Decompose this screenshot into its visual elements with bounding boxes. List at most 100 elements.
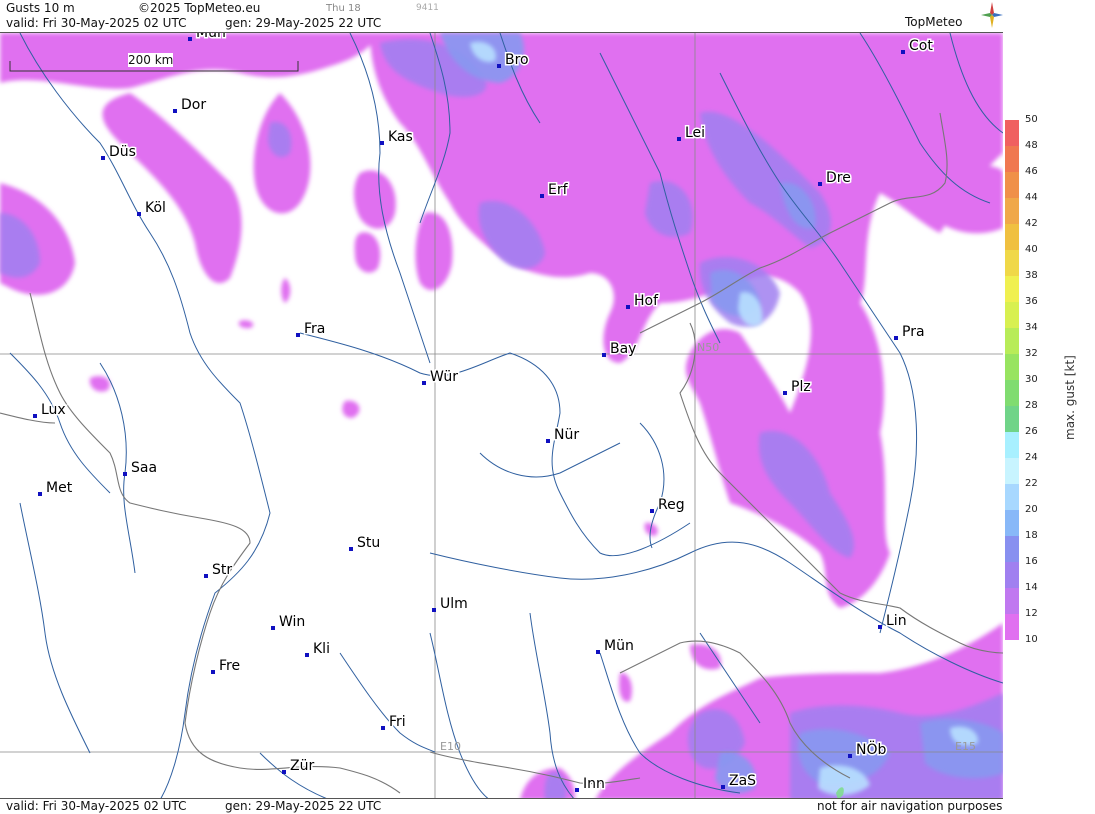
city-3[interactable]: Dor [173, 96, 208, 115]
legend-tick-label: 28 [1025, 400, 1038, 411]
product-title: Gusts 10 m [6, 1, 75, 15]
legend-tick-label: 10 [1025, 634, 1038, 645]
city-marker [381, 726, 385, 730]
city-marker [540, 194, 544, 198]
city-label: Dor [181, 97, 206, 113]
city-14[interactable]: Wür [422, 368, 460, 387]
topmeteo-logo[interactable]: TopMeteo [905, 2, 1003, 32]
city-24[interactable]: Lin [878, 612, 908, 631]
legend-tick-label: 38 [1025, 270, 1038, 281]
grid-label-e15: E15 [955, 740, 976, 753]
city-label: Kas [388, 129, 413, 145]
city-marker [33, 414, 37, 418]
city-marker [137, 212, 141, 216]
city-label: Bro [505, 52, 529, 68]
legend-swatch [1005, 510, 1019, 536]
city-marker [123, 472, 127, 476]
footer-bar: valid: Fri 30-May-2025 02 UTC gen: 29-Ma… [0, 799, 1003, 814]
legend-tick-label: 46 [1025, 166, 1038, 177]
compass-star-icon [981, 2, 1003, 28]
header-bar: Gusts 10 m ©2025 TopMeteo.eu Thu 18 9411… [0, 0, 1003, 32]
legend-swatch [1005, 458, 1019, 484]
city-12[interactable]: Pra [894, 323, 926, 342]
city-18[interactable]: Saa [123, 459, 159, 478]
city-15[interactable]: Plz [783, 378, 812, 397]
legend-tick-label: 40 [1025, 244, 1038, 255]
city-marker [173, 109, 177, 113]
legend-swatch [1005, 198, 1019, 224]
city-marker [296, 333, 300, 337]
city-label: Hof [634, 293, 659, 309]
city-label: Str [212, 562, 232, 578]
legend-swatch [1005, 432, 1019, 458]
city-label: Dre [826, 170, 851, 186]
city-label: Mün [196, 33, 226, 41]
legend-tick-label: 26 [1025, 426, 1038, 437]
gust-field-12kt [0, 33, 1003, 798]
legend-tick-label: 30 [1025, 374, 1038, 385]
city-label: Mün [604, 638, 634, 654]
legend-swatch [1005, 250, 1019, 276]
city-label: Met [46, 480, 73, 496]
city-6[interactable]: Düs [101, 143, 137, 162]
legend-swatch [1005, 406, 1019, 432]
city-9[interactable]: Köl [137, 199, 167, 218]
product-code: 9411 [416, 3, 439, 13]
gust-map[interactable]: N50 E10 E15 Mün Bro Cot Dor Kas Lei Düs Dre Erf K… [0, 32, 1003, 799]
legend-tick-label: 36 [1025, 296, 1038, 307]
city-marker [901, 50, 905, 54]
city-26[interactable]: Mün [596, 637, 635, 656]
city-marker [546, 439, 550, 443]
city-22[interactable]: Str [204, 561, 234, 580]
city-21[interactable]: Stu [349, 534, 382, 553]
city-23[interactable]: Ulm [432, 595, 469, 614]
city-marker [575, 788, 579, 792]
day-tab[interactable]: Thu 18 [326, 3, 361, 14]
legend-swatch [1005, 224, 1019, 250]
legend-tick-label: 44 [1025, 192, 1038, 203]
legend-tick-label: 18 [1025, 530, 1038, 541]
city-label: Plz [791, 379, 811, 395]
legend-swatch [1005, 588, 1019, 614]
city-marker [204, 574, 208, 578]
city-marker [848, 754, 852, 758]
legend-swatch [1005, 614, 1019, 640]
legend-tick-label: 42 [1025, 218, 1038, 229]
city-marker [422, 381, 426, 385]
city-marker [282, 770, 286, 774]
city-label: Ulm [440, 596, 468, 612]
city-17[interactable]: Nür [546, 426, 581, 445]
city-11[interactable]: Fra [296, 320, 327, 339]
city-marker [602, 353, 606, 357]
city-marker [211, 670, 215, 674]
city-label: Zür [290, 758, 314, 774]
city-marker [783, 391, 787, 395]
city-marker [677, 137, 681, 141]
legend-tick-label: 48 [1025, 140, 1038, 151]
legend-tick-label: 12 [1025, 608, 1038, 619]
legend-swatch [1005, 146, 1019, 172]
legend-tick-label: 32 [1025, 348, 1038, 359]
city-33[interactable]: Inn [575, 775, 606, 794]
city-marker [271, 626, 275, 630]
city-label: Fra [304, 321, 325, 337]
city-label: Saa [131, 460, 157, 476]
city-4[interactable]: Kas [380, 128, 414, 147]
city-20[interactable]: Reg [650, 496, 686, 515]
city-25[interactable]: Win [271, 613, 307, 632]
city-marker [878, 625, 882, 629]
city-16[interactable]: Lux [33, 401, 67, 420]
grid-label-e10: E10 [440, 740, 461, 753]
city-19[interactable]: Met [38, 479, 74, 498]
city-28[interactable]: Fre [211, 657, 242, 676]
map-canvas: N50 E10 E15 Mün Bro Cot Dor Kas Lei Düs Dre Erf K… [0, 33, 1003, 798]
city-31[interactable]: Zür [282, 757, 316, 776]
city-marker [497, 64, 501, 68]
city-marker [101, 156, 105, 160]
city-marker [596, 650, 600, 654]
city-27[interactable]: Kli [305, 640, 331, 659]
legend-tick-label: 16 [1025, 556, 1038, 567]
footer-valid-time: valid: Fri 30-May-2025 02 UTC [6, 799, 187, 813]
city-marker [626, 305, 630, 309]
legend-swatch [1005, 328, 1019, 354]
